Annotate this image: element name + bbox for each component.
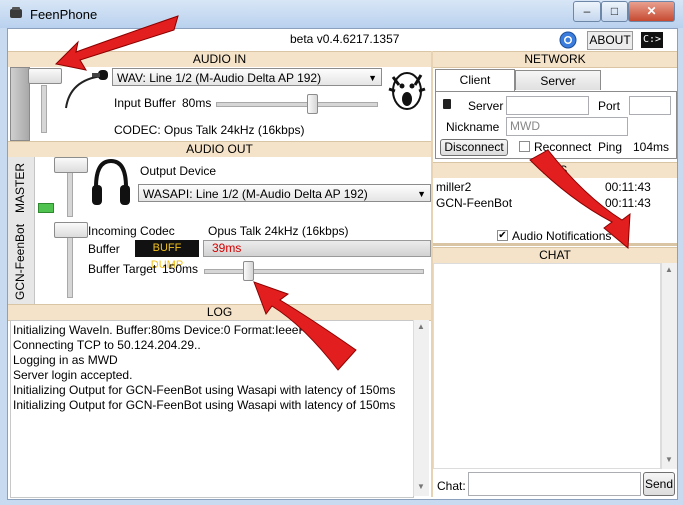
annotation-arrows xyxy=(54,15,631,371)
red-arrow-icon xyxy=(529,149,631,250)
red-arrow-icon xyxy=(54,15,179,71)
red-arrow-icon xyxy=(253,281,357,371)
